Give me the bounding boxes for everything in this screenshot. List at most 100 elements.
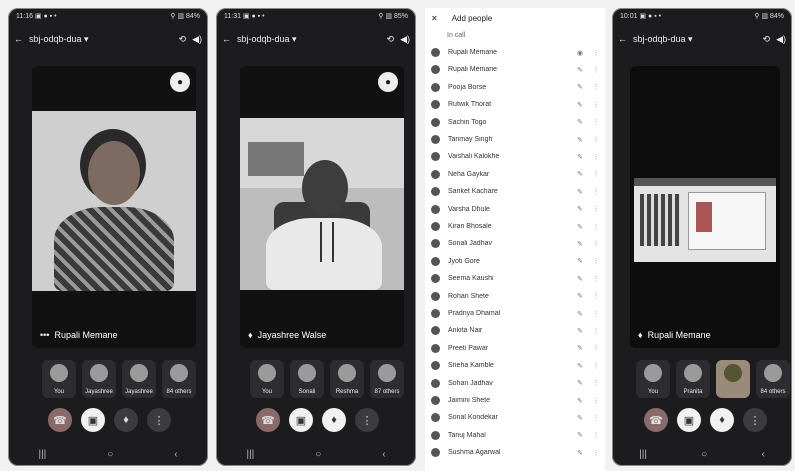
camera-toggle-button[interactable]: ▣ (289, 408, 313, 432)
row-more-icon[interactable]: ⋮ (591, 240, 601, 248)
row-more-icon[interactable]: ⋮ (591, 257, 601, 265)
back-icon[interactable]: ‹ (762, 449, 765, 460)
participant-row[interactable]: Sneha Kamble ✎ ⋮ (431, 359, 601, 372)
meeting-code[interactable]: sbj-odqb-dua ▾ (633, 34, 693, 45)
switch-camera-icon[interactable]: ⟲ (387, 34, 395, 45)
back-arrow-icon[interactable]: ← (14, 34, 23, 44)
participant-row[interactable]: Seema Kaushi ✎ ⋮ (431, 272, 601, 285)
row-more-icon[interactable]: ⋮ (591, 310, 601, 318)
participant-row[interactable]: Sushma Agarwal ✎ ⋮ (431, 446, 601, 459)
participant-row[interactable]: Jaimini Shete ✎ ⋮ (431, 394, 601, 407)
more-options-button[interactable]: ⋮ (147, 408, 171, 432)
recents-icon[interactable]: ||| (639, 449, 647, 460)
back-arrow-icon[interactable]: ← (618, 34, 627, 44)
back-icon[interactable]: ‹ (174, 449, 177, 460)
mic-toggle-button[interactable]: ♦ (114, 408, 138, 432)
participant-row[interactable]: Sonal Kondekar ✎ ⋮ (431, 411, 601, 424)
participant-row[interactable]: Pradnya Dhamal ✎ ⋮ (431, 307, 601, 320)
participant-thumb[interactable]: Sonali (290, 360, 324, 398)
participant-thumb[interactable]: Reshma (330, 360, 364, 398)
row-more-icon[interactable]: ⋮ (591, 188, 601, 196)
back-arrow-icon[interactable]: ← (222, 34, 231, 44)
row-more-icon[interactable]: ⋮ (591, 379, 601, 387)
switch-camera-icon[interactable]: ⟲ (179, 34, 187, 45)
row-more-icon[interactable]: ⋮ (591, 66, 601, 74)
participant-row[interactable]: Neha Gaykar ✎ ⋮ (431, 168, 601, 181)
speaker-icon[interactable]: ◀) (400, 34, 410, 45)
participant-row[interactable]: Ankita Nair ✎ ⋮ (431, 324, 601, 337)
home-icon[interactable]: ○ (315, 449, 321, 460)
more-options-button[interactable]: ⋮ (743, 408, 767, 432)
participant-thumb[interactable]: 87 others (370, 360, 404, 398)
participant-row[interactable]: Preeti Pawar ✎ ⋮ (431, 342, 601, 355)
tile-mic-icon[interactable]: ● (170, 72, 190, 92)
end-call-button[interactable]: ☎ (48, 408, 72, 432)
participant-row[interactable]: Rutwik Thorat ✎ ⋮ (431, 98, 601, 111)
participant-row[interactable]: Kiran Bhosale ✎ ⋮ (431, 220, 601, 233)
switch-camera-icon[interactable]: ⟲ (763, 34, 771, 45)
participant-thumb[interactable]: Pranita (676, 360, 710, 398)
participant-row[interactable]: Vaishali Kalokhe ✎ ⋮ (431, 150, 601, 163)
mic-toggle-button[interactable]: ♦ (710, 408, 734, 432)
row-more-icon[interactable]: ⋮ (591, 49, 601, 57)
home-icon[interactable]: ○ (701, 449, 707, 460)
home-icon[interactable]: ○ (107, 449, 113, 460)
row-more-icon[interactable]: ⋮ (591, 414, 601, 422)
camera-toggle-button[interactable]: ▣ (81, 408, 105, 432)
row-more-icon[interactable]: ⋮ (591, 449, 601, 457)
row-more-icon[interactable]: ⋮ (591, 101, 601, 109)
recents-icon[interactable]: ||| (38, 449, 46, 460)
participant-row[interactable]: Rupali Memane ◉ ⋮ (431, 46, 601, 59)
list-header: ✕ Add people (431, 14, 492, 23)
participant-thumb[interactable]: 84 others (162, 360, 196, 398)
row-more-icon[interactable]: ⋮ (591, 170, 601, 178)
android-nav-bar: ||| ○ ‹ (216, 449, 416, 460)
meeting-code[interactable]: sbj-odqb-dua ▾ (237, 34, 297, 45)
participant-row[interactable]: Rohan Shete ✎ ⋮ (431, 290, 601, 303)
participant-row[interactable]: Sanket Kachare ✎ ⋮ (431, 185, 601, 198)
row-more-icon[interactable]: ⋮ (591, 136, 601, 144)
participant-thumb[interactable]: Jayashree (122, 360, 156, 398)
camera-toggle-button[interactable]: ▣ (677, 408, 701, 432)
row-more-icon[interactable]: ⋮ (591, 397, 601, 405)
row-more-icon[interactable]: ⋮ (591, 362, 601, 370)
participant-row[interactable]: Rupali Memane ✎ ⋮ (431, 63, 601, 76)
participant-thumb[interactable]: 84 others (756, 360, 790, 398)
participant-thumb[interactable]: Jayashree (82, 360, 116, 398)
back-icon[interactable]: ‹ (382, 449, 385, 460)
row-more-icon[interactable]: ⋮ (591, 275, 601, 283)
row-more-icon[interactable]: ⋮ (591, 292, 601, 300)
end-call-button[interactable]: ☎ (644, 408, 668, 432)
close-icon[interactable]: ✕ (431, 14, 438, 23)
participant-row[interactable]: Tanmay Singh ✎ ⋮ (431, 133, 601, 146)
row-more-icon[interactable]: ⋮ (591, 223, 601, 231)
participant-thumb[interactable]: You (42, 360, 76, 398)
row-more-icon[interactable]: ⋮ (591, 153, 601, 161)
speaker-icon[interactable]: ◀) (776, 34, 786, 45)
participant-row[interactable]: Pooja Borse ✎ ⋮ (431, 81, 601, 94)
self-camera-thumb[interactable] (716, 360, 750, 398)
row-more-icon[interactable]: ⋮ (591, 344, 601, 352)
shared-palette (640, 194, 680, 246)
more-options-button[interactable]: ⋮ (355, 408, 379, 432)
row-more-icon[interactable]: ⋮ (591, 327, 601, 335)
participant-thumb[interactable]: You (636, 360, 670, 398)
participant-row[interactable]: Jyoti Gore ✎ ⋮ (431, 255, 601, 268)
participant-thumb[interactable]: You (250, 360, 284, 398)
meeting-code[interactable]: sbj-odqb-dua ▾ (29, 34, 89, 45)
participant-row[interactable]: Sonali Jadhav ✎ ⋮ (431, 237, 601, 250)
participant-row[interactable]: Sohan Jadhav ✎ ⋮ (431, 377, 601, 390)
tile-mic-icon[interactable]: ● (378, 72, 398, 92)
row-more-icon[interactable]: ⋮ (591, 118, 601, 126)
row-more-icon[interactable]: ⋮ (591, 431, 601, 439)
mic-toggle-button[interactable]: ♦ (322, 408, 346, 432)
row-more-icon[interactable]: ⋮ (591, 205, 601, 213)
participant-row[interactable]: Sachin Togo ✎ ⋮ (431, 116, 601, 129)
participant-row[interactable]: Tanuj Mahal ✎ ⋮ (431, 429, 601, 442)
add-people-link[interactable]: Add people (452, 14, 492, 23)
end-call-button[interactable]: ☎ (256, 408, 280, 432)
row-more-icon[interactable]: ⋮ (591, 83, 601, 91)
participant-row[interactable]: Varsha Dhule ✎ ⋮ (431, 203, 601, 216)
recents-icon[interactable]: ||| (246, 449, 254, 460)
speaker-icon[interactable]: ◀) (192, 34, 202, 45)
